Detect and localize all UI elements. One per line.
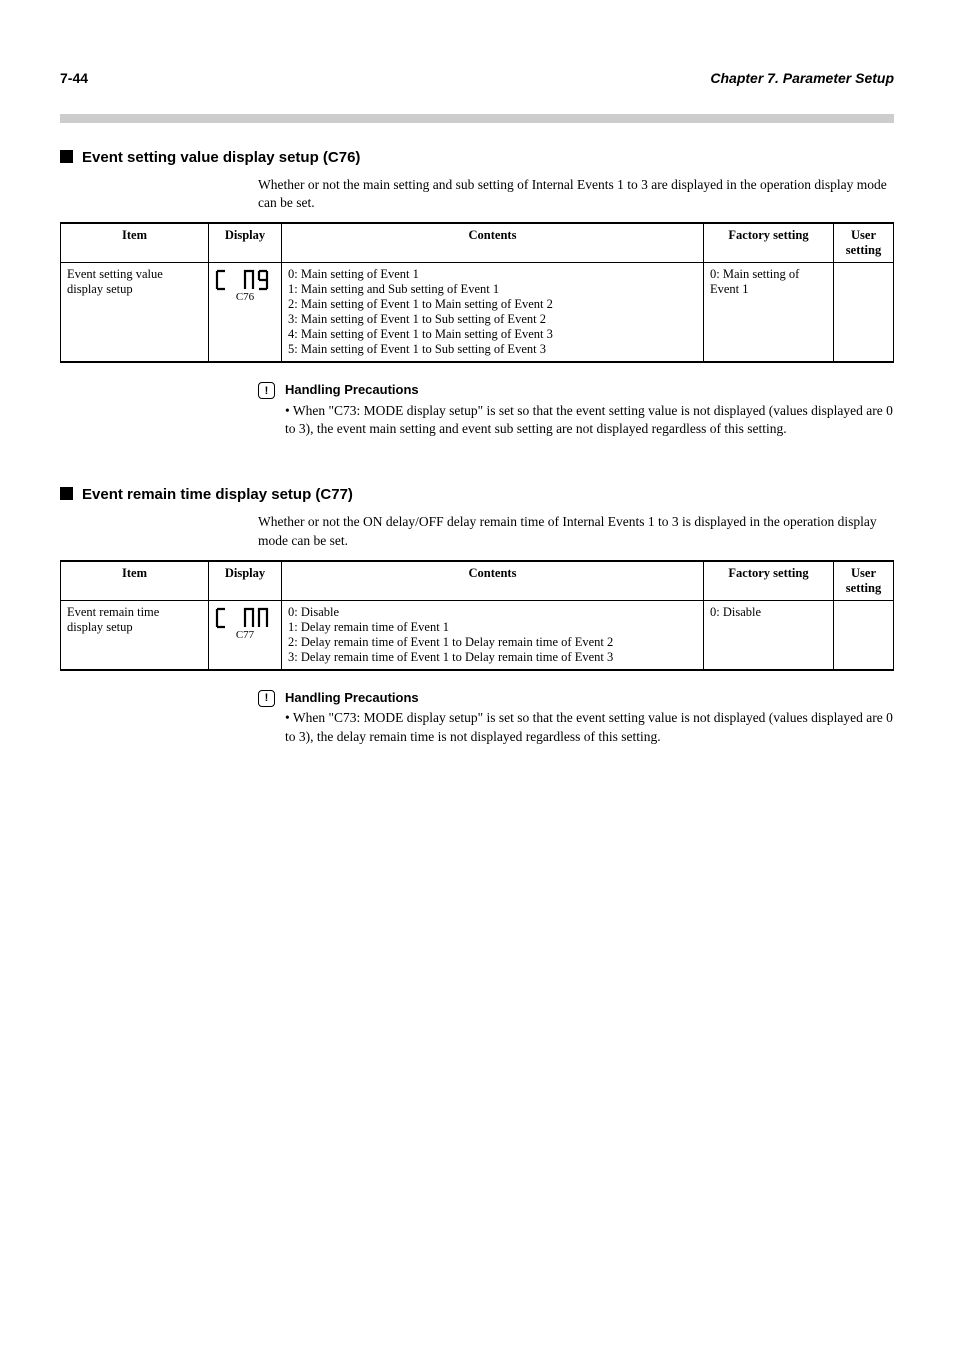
- cell-display: C76: [209, 263, 282, 363]
- chapter-title: Chapter 7. Parameter Setup: [710, 70, 894, 86]
- table-row: Event remain time display setup C77: [61, 600, 894, 670]
- header-divider: [60, 114, 894, 123]
- section-intro: Whether or not the ON delay/OFF delay re…: [258, 513, 894, 549]
- bullet-square-icon: [60, 487, 73, 500]
- section-heading: Event remain time display setup (C77): [60, 486, 894, 503]
- col-user: User setting: [834, 223, 894, 263]
- caution-icon: !: [258, 382, 275, 399]
- param-table-c77: Item Display Contents Factory setting Us…: [60, 560, 894, 671]
- caution-block: ! Handling Precautions • When "C73: MODE…: [258, 381, 894, 438]
- caution-icon: !: [258, 690, 275, 707]
- caution-block: ! Handling Precautions • When "C73: MODE…: [258, 689, 894, 746]
- col-factory: Factory setting: [704, 561, 834, 601]
- caution-body: • When "C73: MODE display setup" is set …: [285, 709, 894, 745]
- col-contents: Contents: [282, 223, 704, 263]
- item-line2: display setup: [67, 282, 133, 296]
- cell-factory: 0: Disable: [704, 600, 834, 670]
- cell-contents: 0: Disable 1: Delay remain time of Event…: [282, 600, 704, 670]
- cell-user: [834, 263, 894, 363]
- caution-body: • When "C73: MODE display setup" is set …: [285, 402, 894, 438]
- section-heading: Event setting value display setup (C76): [60, 149, 894, 166]
- caution-label: Handling Precautions: [285, 381, 894, 399]
- item-line1: Event setting value: [67, 267, 163, 281]
- bullet-square-icon: [60, 150, 73, 163]
- col-factory: Factory setting: [704, 223, 834, 263]
- col-contents: Contents: [282, 561, 704, 601]
- display-sub: C76: [215, 291, 275, 303]
- table-row: Event setting value display setup C76: [61, 263, 894, 363]
- item-line2: display setup: [67, 620, 133, 634]
- section-intro: Whether or not the main setting and sub …: [258, 176, 894, 212]
- page-root: 7-44 Chapter 7. Parameter Setup Event se…: [0, 0, 954, 854]
- cell-contents: 0: Main setting of Event 1 1: Main setti…: [282, 263, 704, 363]
- section-c77: Event remain time display setup (C77) Wh…: [60, 486, 894, 745]
- caution-text: Handling Precautions • When "C73: MODE d…: [285, 381, 894, 438]
- caution-label: Handling Precautions: [285, 689, 894, 707]
- col-item: Item: [61, 561, 209, 601]
- page-number: 7-44: [60, 70, 88, 86]
- col-item: Item: [61, 223, 209, 263]
- cell-factory: 0: Main setting of Event 1: [704, 263, 834, 363]
- section-title: Event remain time display setup (C77): [82, 486, 353, 503]
- caution-text: Handling Precautions • When "C73: MODE d…: [285, 689, 894, 746]
- table-header-row: Item Display Contents Factory setting Us…: [61, 561, 894, 601]
- page-header: 7-44 Chapter 7. Parameter Setup: [60, 70, 894, 86]
- col-display: Display: [209, 223, 282, 263]
- col-user: User setting: [834, 561, 894, 601]
- section-title: Event setting value display setup (C76): [82, 149, 360, 166]
- display-sub: C77: [215, 629, 275, 641]
- seven-segment-display-icon: [215, 269, 275, 291]
- cell-item: Event remain time display setup: [61, 600, 209, 670]
- section-c76: Event setting value display setup (C76) …: [60, 149, 894, 438]
- seven-segment-display-icon: [215, 607, 275, 629]
- item-line1: Event remain time: [67, 605, 159, 619]
- table-header-row: Item Display Contents Factory setting Us…: [61, 223, 894, 263]
- col-display: Display: [209, 561, 282, 601]
- param-table-c76: Item Display Contents Factory setting Us…: [60, 222, 894, 363]
- cell-user: [834, 600, 894, 670]
- cell-display: C77: [209, 600, 282, 670]
- cell-item: Event setting value display setup: [61, 263, 209, 363]
